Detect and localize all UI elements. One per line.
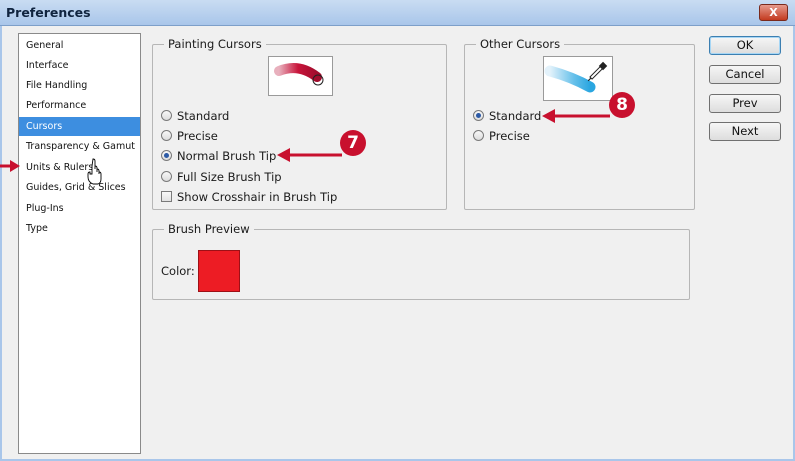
color-label: Color: [161, 264, 195, 278]
radio-checked-icon [473, 110, 484, 121]
eyedropper-icon [544, 61, 608, 93]
sidebar-item-cursors[interactable]: Cursors [19, 117, 140, 136]
radio-label: Standard [177, 109, 230, 123]
sidebar-item-performance[interactable]: Performance [19, 96, 140, 115]
brush-preview-title: Brush Preview [164, 222, 254, 236]
radio-label: Precise [177, 129, 218, 143]
radio-icon [161, 130, 172, 141]
brush-color-swatch[interactable] [198, 250, 240, 292]
sidebar-item-label: Type [26, 223, 48, 234]
checkbox-icon [161, 191, 172, 202]
other-standard-radio[interactable]: Standard [473, 108, 541, 124]
sidebar-item-general[interactable]: General [19, 36, 140, 55]
sidebar-item-label: Transparency & Gamut [26, 141, 135, 152]
show-crosshair-checkbox[interactable]: Show Crosshair in Brush Tip [161, 189, 337, 205]
other-precise-radio[interactable]: Precise [473, 128, 530, 144]
sidebar-item-transparency-gamut[interactable]: Transparency & Gamut [19, 137, 140, 156]
radio-checked-icon [161, 150, 172, 161]
close-icon: X [769, 6, 778, 19]
radio-label: Normal Brush Tip [177, 149, 277, 163]
checkbox-label: Show Crosshair in Brush Tip [177, 190, 338, 204]
painting-normal-brush-tip-radio[interactable]: Normal Brush Tip [161, 148, 276, 164]
sidebar-item-guides-grid-slices[interactable]: Guides, Grid & Slices [19, 178, 140, 197]
sidebar-item-label: Performance [26, 100, 87, 111]
radio-icon [161, 110, 172, 121]
sidebar-item-plug-ins[interactable]: Plug-Ins [19, 199, 140, 218]
sidebar-item-label: General [26, 40, 64, 51]
sidebar-item-label: Cursors [26, 121, 63, 132]
sidebar-item-label: Guides, Grid & Slices [26, 182, 126, 193]
other-cursor-preview [543, 56, 613, 101]
sidebar-item-units-rulers[interactable]: Units & Rulers [19, 158, 140, 177]
sidebar-item-type[interactable]: Type [19, 219, 140, 238]
sidebar-item-label: Plug-Ins [26, 203, 64, 214]
other-cursors-title: Other Cursors [476, 37, 565, 51]
painting-precise-radio[interactable]: Precise [161, 128, 218, 144]
painting-standard-radio[interactable]: Standard [161, 108, 229, 124]
step-7-callout-badge: 7 [340, 130, 366, 156]
radio-label: Full Size Brush Tip [177, 170, 282, 184]
title-bar: Preferences X [0, 0, 795, 26]
preferences-sidebar: General Interface File Handling Performa… [18, 33, 141, 454]
sidebar-item-file-handling[interactable]: File Handling [19, 76, 140, 95]
sidebar-item-label: File Handling [26, 80, 88, 91]
brush-stroke-icon [274, 63, 324, 86]
sidebar-item-label: Interface [26, 60, 69, 71]
painting-cursors-title: Painting Cursors [164, 37, 266, 51]
prev-button[interactable]: Prev [709, 94, 781, 113]
radio-icon [161, 171, 172, 182]
painting-full-size-brush-tip-radio[interactable]: Full Size Brush Tip [161, 169, 282, 185]
ok-button[interactable]: OK [709, 36, 781, 55]
radio-label: Standard [489, 109, 542, 123]
sidebar-item-interface[interactable]: Interface [19, 56, 140, 75]
next-button[interactable]: Next [709, 122, 781, 141]
window-title: Preferences [6, 5, 91, 20]
close-button[interactable]: X [759, 4, 788, 21]
radio-icon [473, 130, 484, 141]
step-8-callout-badge: 8 [609, 92, 635, 118]
cancel-button[interactable]: Cancel [709, 65, 781, 84]
sidebar-item-label: Units & Rulers [26, 162, 94, 173]
radio-label: Precise [489, 129, 530, 143]
painting-cursor-preview [268, 56, 333, 96]
